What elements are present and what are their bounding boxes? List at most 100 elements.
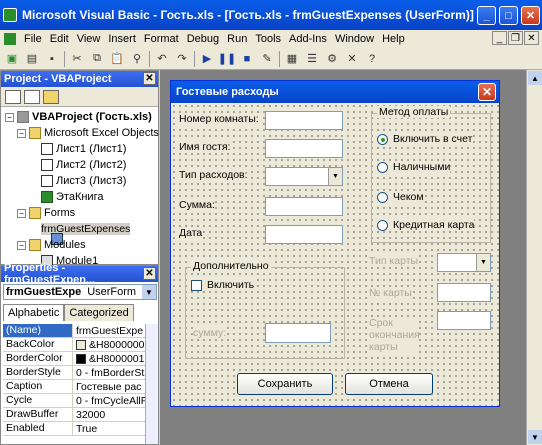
property-row[interactable]: BorderColor &H8000001 (3, 352, 155, 366)
scroll-up-icon[interactable]: ▲ (528, 71, 542, 85)
excel-view-icon[interactable]: ▣ (4, 51, 20, 67)
tab-alphabetic[interactable]: Alphabetic (3, 304, 65, 321)
minimize-button[interactable]: _ (477, 6, 496, 25)
tree-node-vbaproject[interactable]: − VBAProject (Гость.xls) (5, 111, 152, 123)
userform[interactable]: Гостевые расходы ✕ Номер комнаты: Имя го… (170, 80, 500, 407)
undo-icon[interactable]: ↶ (154, 51, 170, 67)
toolbar-separator (279, 50, 280, 67)
menu-insert[interactable]: Insert (104, 33, 140, 45)
label-guest: Имя гостя: (179, 141, 231, 153)
radio-credit-card[interactable]: Кредитная карта (377, 219, 475, 231)
toggle-folders-icon[interactable] (43, 89, 59, 104)
break-icon[interactable]: ❚❚ (218, 51, 236, 67)
property-row[interactable]: (Name) frmGuestExpe (3, 324, 155, 338)
menu-edit[interactable]: Edit (46, 33, 73, 45)
extra-amount-input[interactable] (265, 323, 331, 343)
help-icon[interactable]: ? (364, 51, 380, 67)
project-explorer-header: Project - VBAProject ✕ (1, 71, 158, 87)
menu-file[interactable]: File (20, 33, 46, 45)
radio-include-in-bill[interactable]: Включить в счет (377, 133, 473, 145)
collapse-icon[interactable]: − (17, 128, 26, 138)
sheet-icon (41, 175, 53, 187)
scroll-down-icon[interactable]: ▼ (528, 430, 542, 444)
close-icon[interactable]: ✕ (143, 267, 156, 280)
expense-type-combo[interactable]: ▼ (265, 167, 343, 186)
userform-client: Номер комнаты: Имя гостя: Тип расходов: … (171, 103, 499, 406)
menu-view[interactable]: View (73, 33, 105, 45)
close-icon[interactable]: ✕ (143, 72, 156, 85)
date-input[interactable] (265, 225, 343, 244)
userform-close-icon[interactable]: ✕ (478, 83, 496, 101)
object-selector[interactable]: frmGuestExpe UserForm ▼ (3, 284, 157, 300)
designer-scrollbar[interactable]: ▲ ▼ (526, 70, 542, 445)
property-row[interactable]: DrawBuffer 32000 (3, 408, 155, 422)
folder-icon (29, 239, 41, 251)
reset-icon[interactable]: ■ (239, 51, 255, 67)
properties-grid: (Name) frmGuestExpe BackColor &H8000000 Bo… (3, 324, 155, 436)
save-button[interactable]: Сохранить (237, 373, 333, 395)
collapse-icon[interactable]: − (17, 208, 26, 218)
tree-node-sheet3[interactable]: Лист3 (Лист3) (41, 175, 126, 187)
menu-help[interactable]: Help (378, 33, 409, 45)
tree-node-sheet1[interactable]: Лист1 (Лист1) (41, 143, 126, 155)
cancel-button[interactable]: Отмена (345, 373, 433, 395)
menu-format[interactable]: Format (140, 33, 183, 45)
copy-icon[interactable]: ⧉ (89, 51, 105, 67)
paste-icon[interactable]: 📋 (109, 51, 125, 67)
design-mode-icon[interactable]: ✎ (259, 51, 275, 67)
mdi-minimize-button[interactable]: _ (492, 31, 507, 45)
include-checkbox[interactable]: Включить (191, 279, 255, 291)
toolbox-icon[interactable]: ✕ (344, 51, 360, 67)
amount-input[interactable] (265, 197, 343, 216)
chevron-down-icon[interactable]: ▼ (476, 254, 490, 271)
tree-node-forms[interactable]: − Forms (17, 207, 75, 219)
menu-tools[interactable]: Tools (251, 33, 285, 45)
close-button[interactable]: ✕ (521, 6, 540, 25)
tree-node-modules[interactable]: − Modules (17, 239, 86, 251)
tab-categorized[interactable]: Categorized (64, 304, 134, 321)
property-row[interactable]: Cycle 0 - fmCycleAllF (3, 394, 155, 408)
redo-icon[interactable]: ↷ (174, 51, 190, 67)
card-expiry-input[interactable] (437, 311, 491, 330)
insert-userform-icon[interactable]: ▤ (24, 51, 40, 67)
label-date: Дата (179, 227, 203, 239)
tree-node-excel-objects[interactable]: − Microsoft Excel Objects (17, 127, 159, 139)
radio-cash[interactable]: Наличными (377, 161, 451, 173)
tree-node-sheet2[interactable]: Лист2 (Лист2) (41, 159, 126, 171)
room-input[interactable] (265, 111, 343, 130)
run-icon[interactable]: ▶ (199, 51, 215, 67)
properties-window-icon[interactable]: ☰ (304, 51, 320, 67)
properties-title: Properties - frmGuestExpen... (4, 262, 96, 286)
menu-run[interactable]: Run (223, 33, 251, 45)
property-row[interactable]: Caption Гостевые рас (3, 380, 155, 394)
save-icon[interactable]: ▪ (44, 51, 60, 67)
view-code-icon[interactable] (5, 89, 21, 104)
chevron-down-icon[interactable]: ▼ (142, 285, 156, 299)
property-row[interactable]: BackColor &H8000000 (3, 338, 155, 352)
guest-name-input[interactable] (265, 139, 343, 158)
collapse-icon[interactable]: − (5, 112, 14, 122)
mdi-close-button[interactable]: ✕ (524, 31, 539, 45)
mdi-restore-button[interactable]: ❐ (508, 31, 523, 45)
menu-debug[interactable]: Debug (183, 33, 223, 45)
menu-window[interactable]: Window (331, 33, 378, 45)
card-type-combo[interactable]: ▼ (437, 253, 491, 272)
tree-node-thisworkbook[interactable]: ЭтаКнига (41, 191, 103, 203)
project-explorer-icon[interactable]: ▦ (284, 51, 300, 67)
chevron-down-icon[interactable]: ▼ (328, 168, 342, 185)
tree-node-frmguestexpenses[interactable]: frmGuestExpenses (41, 223, 131, 245)
properties-scrollbar[interactable] (145, 324, 158, 444)
property-row[interactable]: Enabled True (3, 422, 155, 436)
standard-toolbar: ▣ ▤ ▪ ✂ ⧉ 📋 ⚲ ↶ ↷ ▶ ❚❚ ■ ✎ ▦ ☰ ⚙ ✕ ? (0, 48, 542, 70)
object-browser-icon[interactable]: ⚙ (324, 51, 340, 67)
color-swatch (76, 339, 86, 350)
radio-check[interactable]: Чеком (377, 191, 424, 203)
maximize-button[interactable]: □ (499, 6, 518, 25)
menu-addins[interactable]: Add-Ins (285, 33, 331, 45)
view-object-icon[interactable] (24, 89, 40, 104)
card-number-input[interactable] (437, 283, 491, 302)
cut-icon[interactable]: ✂ (69, 51, 85, 67)
property-row[interactable]: BorderStyle 0 - fmBorderSt (3, 366, 155, 380)
find-icon[interactable]: ⚲ (129, 51, 145, 67)
collapse-icon[interactable]: − (17, 240, 26, 250)
